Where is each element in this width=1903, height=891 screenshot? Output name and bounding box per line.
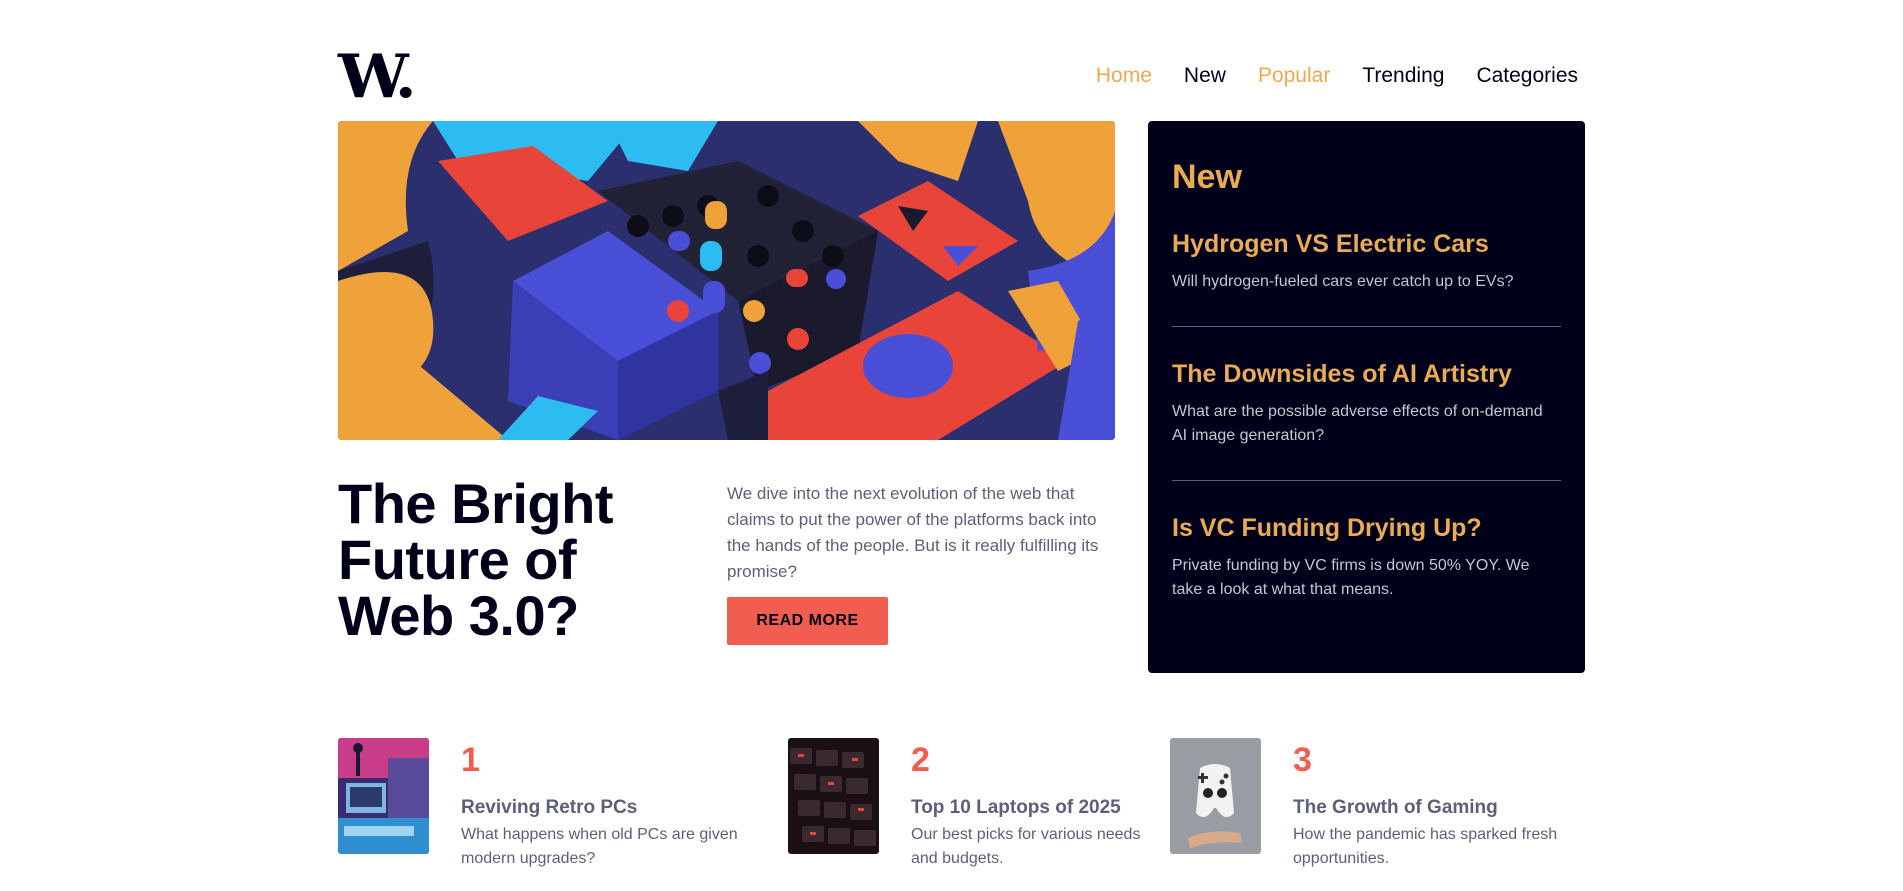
new-articles-panel: New Hydrogen VS Electric Cars Will hydro… <box>1148 121 1585 673</box>
ranked-article-text: 2 Top 10 Laptops of 2025 Our best picks … <box>911 738 1161 871</box>
new-article-title[interactable]: The Downsides of AI Artistry <box>1172 358 1561 390</box>
rank-number: 2 <box>911 741 930 779</box>
ranked-article-desc: Our best picks for various needs and bud… <box>911 826 1141 867</box>
retro-pc-thumbnail[interactable] <box>338 738 429 854</box>
ranked-article-text: 1 Reviving Retro PCs What happens when o… <box>461 738 756 871</box>
hero-image <box>338 121 1115 440</box>
nav-categories[interactable]: Categories <box>1476 62 1578 90</box>
page: W. Home New Popular Trending Categories <box>0 0 1903 891</box>
game-controller-image <box>1170 738 1261 854</box>
new-article-title[interactable]: Hydrogen VS Electric Cars <box>1172 228 1561 260</box>
new-article-title[interactable]: Is VC Funding Drying Up? <box>1172 512 1561 544</box>
new-article-desc: What are the possible adverse effects of… <box>1172 403 1543 444</box>
hero-title-line: Future of <box>338 528 577 591</box>
ranked-article-title[interactable]: The Growth of Gaming <box>1293 796 1593 820</box>
nav-new[interactable]: New <box>1184 62 1226 90</box>
ranked-article-text: 3 The Growth of Gaming How the pandemic … <box>1293 738 1593 871</box>
new-article-desc: Private funding by VC firms is down 50% … <box>1172 557 1530 598</box>
laptop-keyboard-thumbnail[interactable] <box>788 738 879 854</box>
nav-home[interactable]: Home <box>1096 62 1152 90</box>
hero-description: We dive into the next evolution of the w… <box>727 484 1099 581</box>
new-article-item: The Downsides of AI Artistry What are th… <box>1172 327 1561 481</box>
rank-number: 1 <box>461 741 480 779</box>
ranked-article-card: 1 Reviving Retro PCs What happens when o… <box>338 738 756 871</box>
new-panel-heading: New <box>1172 158 1242 196</box>
main-nav: Home New Popular Trending Categories <box>1096 62 1578 90</box>
laptop-keyboard-image <box>788 738 879 854</box>
ranked-article-desc: What happens when old PCs are given mode… <box>461 826 738 867</box>
game-controller-thumbnail[interactable] <box>1170 738 1261 854</box>
new-article-item: Is VC Funding Drying Up? Private funding… <box>1172 481 1561 634</box>
abstract-blocks-image <box>338 121 1115 440</box>
new-article-desc: Will hydrogen-fueled cars ever catch up … <box>1172 273 1514 290</box>
ranked-article-title[interactable]: Top 10 Laptops of 2025 <box>911 796 1161 820</box>
read-more-button[interactable]: READ MORE <box>727 597 888 645</box>
ranked-article-card: 2 Top 10 Laptops of 2025 Our best picks … <box>788 738 1161 871</box>
site-logo[interactable]: W. <box>338 47 417 107</box>
hero-title-line: The Bright <box>338 472 613 535</box>
hero-title-line: Web 3.0? <box>338 584 579 647</box>
retro-pc-image <box>338 738 429 854</box>
ranked-article-desc: How the pandemic has sparked fresh oppor… <box>1293 826 1558 867</box>
hero-title[interactable]: The Bright Future of Web 3.0? <box>338 476 678 644</box>
nav-trending[interactable]: Trending <box>1362 62 1444 90</box>
ranked-article-title[interactable]: Reviving Retro PCs <box>461 796 756 820</box>
nav-popular[interactable]: Popular <box>1258 62 1330 90</box>
new-article-item: Hydrogen VS Electric Cars Will hydrogen-… <box>1172 197 1561 327</box>
ranked-article-card: 3 The Growth of Gaming How the pandemic … <box>1170 738 1593 871</box>
rank-number: 3 <box>1293 741 1312 779</box>
